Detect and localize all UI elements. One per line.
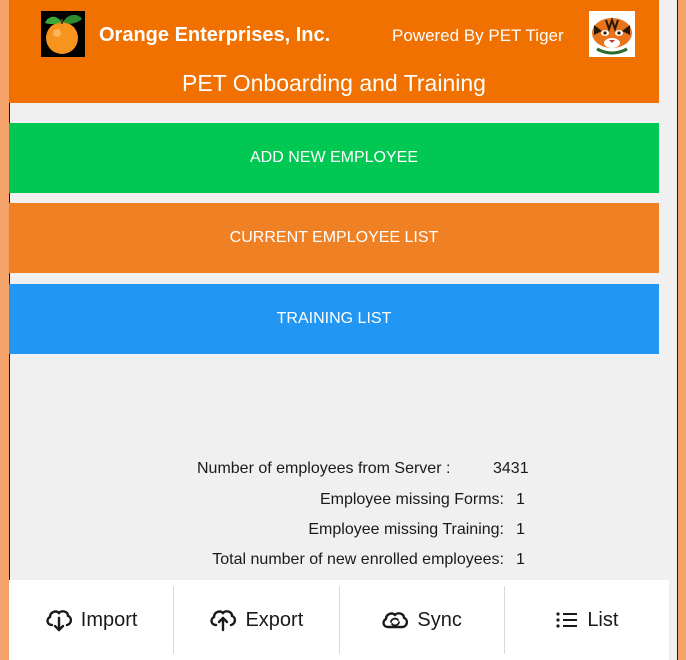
missing-training-value: 1 <box>516 521 525 538</box>
stat-row-missing-forms: Employee missing Forms: 1 <box>9 491 659 515</box>
stat-row-server: Number of employees from Server : 3431 <box>9 460 659 484</box>
app-title: PET Onboarding and Training <box>182 70 486 96</box>
sync-label: Sync <box>417 608 462 631</box>
orange-fruit-logo-icon <box>41 11 85 57</box>
list-button[interactable]: List <box>505 586 669 654</box>
sync-button[interactable]: Sync <box>340 586 505 654</box>
current-employee-list-button[interactable]: CURRENT EMPLOYEE LIST <box>9 203 659 273</box>
import-label: Import <box>80 608 138 631</box>
company-name: Orange Enterprises, Inc. <box>99 24 331 46</box>
stat-row-new-enrolled: Total number of new enrolled employees: … <box>9 551 659 575</box>
import-button[interactable]: Import <box>9 586 175 654</box>
new-enrolled-label: Total number of new enrolled employees: <box>212 551 504 568</box>
export-label: Export <box>245 608 304 631</box>
training-list-button[interactable]: TRAINING LIST <box>9 284 659 354</box>
server-count-value: 3431 <box>493 460 529 477</box>
export-button[interactable]: Export <box>174 586 340 654</box>
server-count-label: Number of employees from Server : <box>197 460 451 477</box>
missing-forms-label: Employee missing Forms: <box>319 491 504 508</box>
tiger-face-logo-icon <box>589 11 635 57</box>
cloud-upload-icon <box>209 608 237 632</box>
header-bar: Orange Enterprises, Inc. Powered By PET … <box>9 0 659 103</box>
powered-by-text: Powered By PET Tiger <box>392 26 564 45</box>
list-icon <box>555 610 579 630</box>
cloud-sync-icon <box>381 608 409 632</box>
missing-training-label: Employee missing Training: <box>308 521 504 538</box>
list-label: List <box>587 608 619 631</box>
new-enrolled-value: 1 <box>516 551 525 568</box>
stat-row-missing-training: Employee missing Training: 1 <box>9 521 659 545</box>
bottom-toolbar: Import Export Sync List <box>9 580 669 660</box>
cloud-download-icon <box>45 608 73 632</box>
add-new-employee-button[interactable]: ADD NEW EMPLOYEE <box>9 123 659 193</box>
missing-forms-value: 1 <box>516 491 525 508</box>
